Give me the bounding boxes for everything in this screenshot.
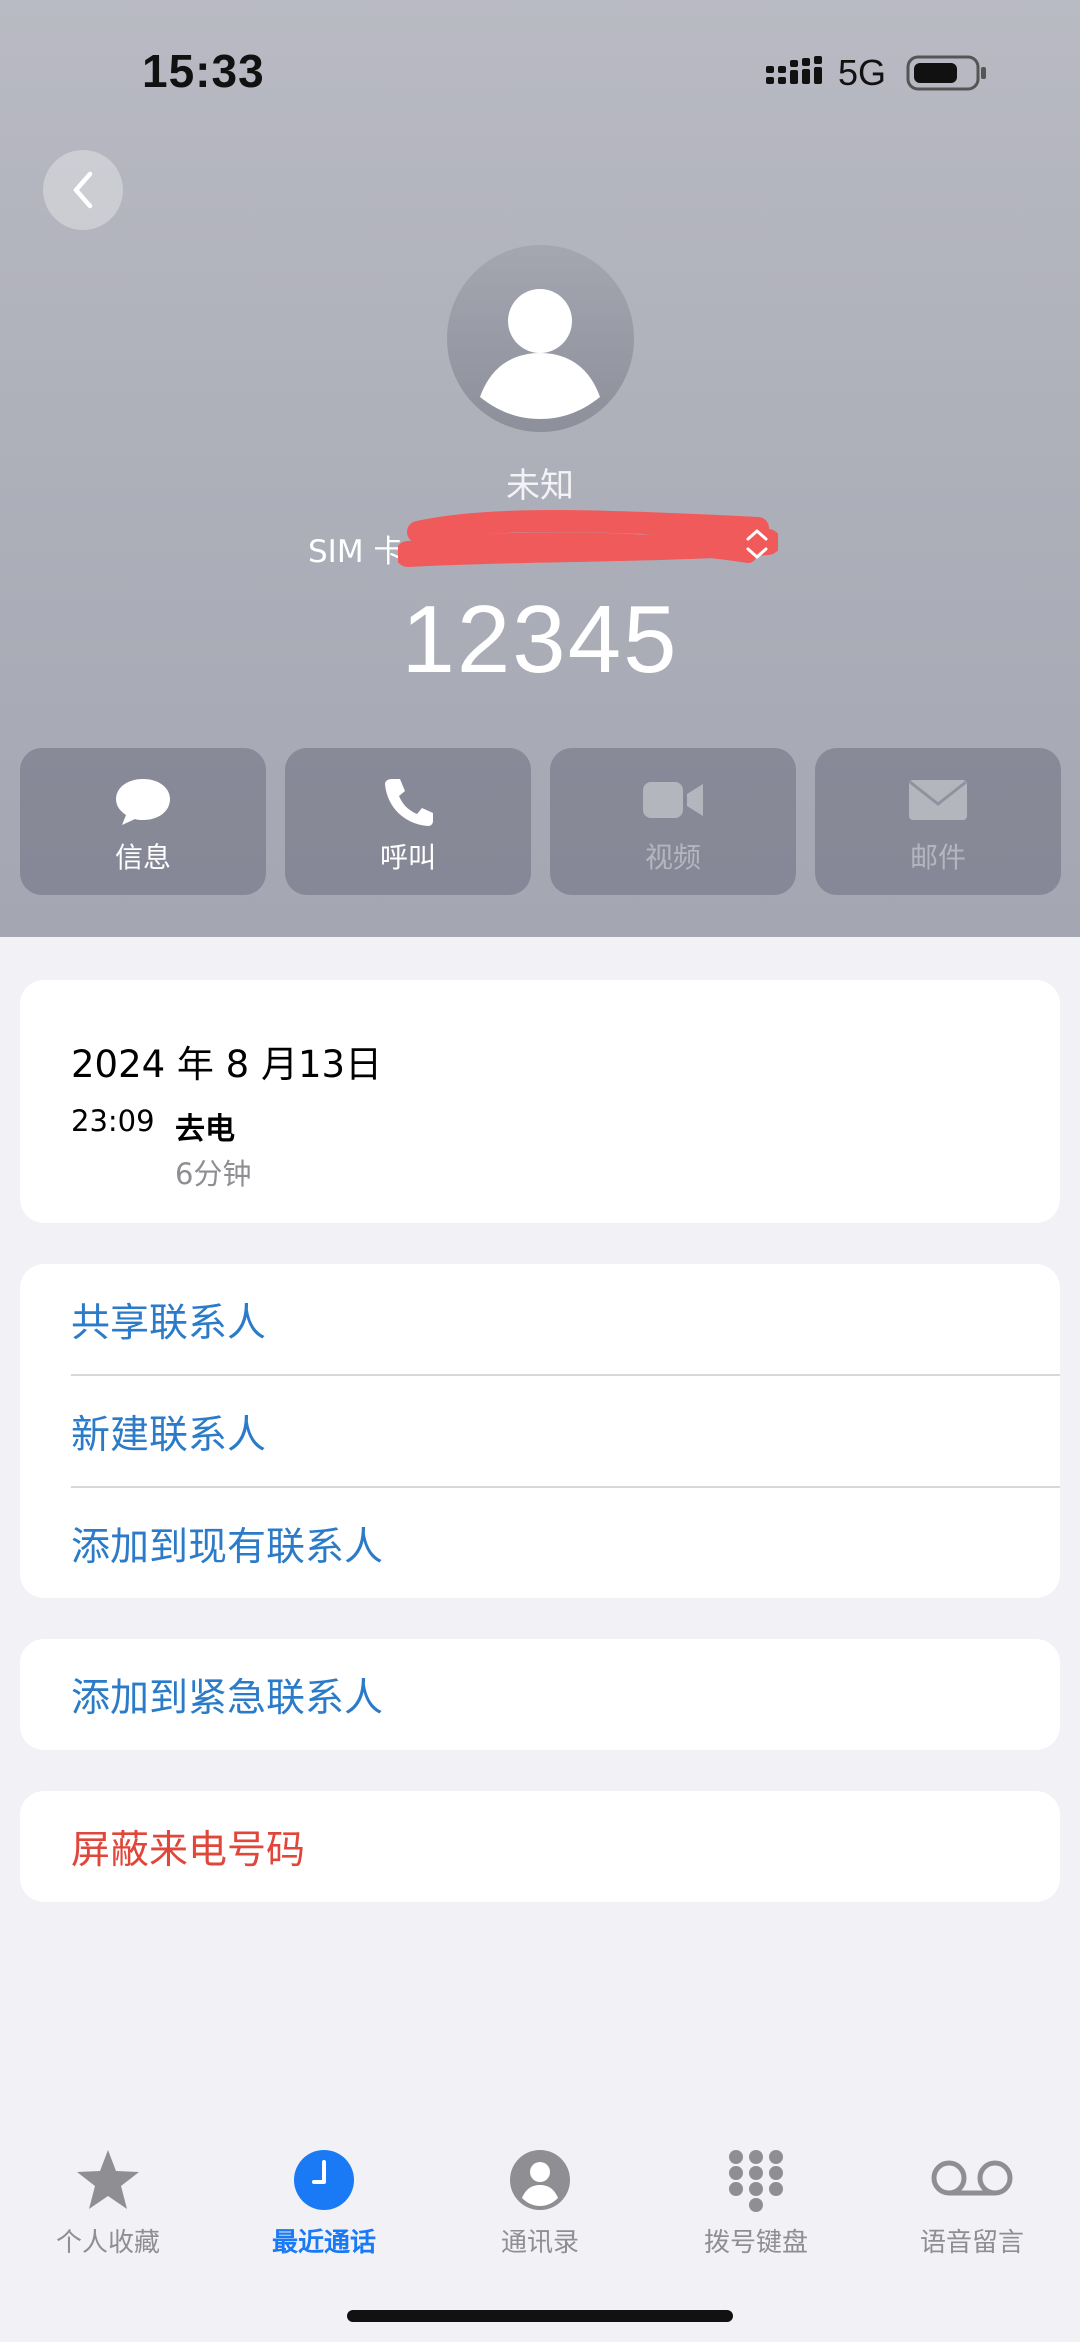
tab-keypad[interactable]: 拨号键盘 xyxy=(648,2130,864,2270)
message-button[interactable]: 信息 xyxy=(20,748,266,895)
status-time: 15:33 xyxy=(142,45,265,97)
message-label: 信息 xyxy=(114,841,171,874)
sim-selector[interactable]: SIM 卡： xyxy=(308,510,778,570)
tab-label: 最近通话 xyxy=(271,2228,376,2258)
add-to-emergency-contact-button[interactable]: 添加到紧急联系人 xyxy=(20,1639,1060,1750)
add-to-existing-contact-button[interactable]: 添加到现有联系人 xyxy=(20,1488,1060,1599)
tab-contacts[interactable]: 通讯录 xyxy=(432,2130,648,2270)
chevron-left-icon xyxy=(73,171,93,209)
emergency-contact-card: 添加到紧急联系人 xyxy=(20,1639,1060,1750)
redaction-scribble xyxy=(398,510,778,567)
tab-recents[interactable]: 最近通话 xyxy=(216,2130,432,2270)
tab-label: 个人收藏 xyxy=(55,2228,160,2258)
video-button[interactable]: 视频 xyxy=(550,748,796,895)
call-label: 呼叫 xyxy=(379,841,436,874)
voicemail-icon xyxy=(931,2160,1013,2196)
call-duration: 6分钟 xyxy=(175,1157,252,1191)
person-silhouette-icon xyxy=(480,289,600,419)
tab-label: 拨号键盘 xyxy=(703,2228,808,2258)
block-caller-button[interactable]: 屏蔽来电号码 xyxy=(20,1791,1060,1902)
person-circle-icon xyxy=(510,2150,570,2210)
tab-voicemail[interactable]: 语音留言 xyxy=(864,2130,1080,2270)
mail-envelope-icon xyxy=(909,780,967,820)
back-button[interactable] xyxy=(43,150,123,230)
message-bubble-icon xyxy=(116,779,170,825)
chevron-updown-icon xyxy=(746,529,768,559)
tab-favorites[interactable]: 个人收藏 xyxy=(0,2130,216,2270)
contact-header: 15:33 5G 未知 SIM 卡： 12345 信息 呼叫 视频 邮件 xyxy=(0,0,1080,937)
signal-bars-icon xyxy=(766,56,822,84)
video-camera-icon xyxy=(643,782,703,818)
star-icon xyxy=(77,2150,139,2209)
clock-icon xyxy=(294,2150,354,2210)
tab-label: 语音留言 xyxy=(919,2228,1024,2258)
share-contact-button[interactable]: 共享联系人 xyxy=(20,1264,1060,1375)
keypad-icon xyxy=(729,2150,783,2212)
contact-name: 未知 xyxy=(506,466,574,506)
call-time: 23:09 xyxy=(71,1104,155,1138)
phone-number: 12345 xyxy=(401,586,679,693)
call-history-card: 2024 年 8 月13日 23:09 去电 6分钟 xyxy=(20,980,1060,1223)
tab-label: 通讯录 xyxy=(500,2228,579,2258)
block-caller-card: 屏蔽来电号码 xyxy=(20,1791,1060,1902)
battery-icon xyxy=(906,55,986,91)
contact-actions-card: 共享联系人 新建联系人 添加到现有联系人 xyxy=(20,1264,1060,1598)
network-type: 5G xyxy=(838,52,887,93)
call-button[interactable]: 呼叫 xyxy=(285,748,531,895)
phone-icon xyxy=(385,779,433,826)
status-bar: 15:33 5G xyxy=(0,0,1080,150)
mail-label: 邮件 xyxy=(909,841,966,874)
new-contact-button[interactable]: 新建联系人 xyxy=(20,1376,1060,1487)
avatar xyxy=(447,245,634,432)
call-type: 去电 xyxy=(175,1112,235,1147)
video-label: 视频 xyxy=(644,841,701,874)
mail-button[interactable]: 邮件 xyxy=(815,748,1061,895)
home-indicator[interactable] xyxy=(347,2310,733,2322)
call-date: 2024 年 8 月13日 xyxy=(71,1043,383,1086)
